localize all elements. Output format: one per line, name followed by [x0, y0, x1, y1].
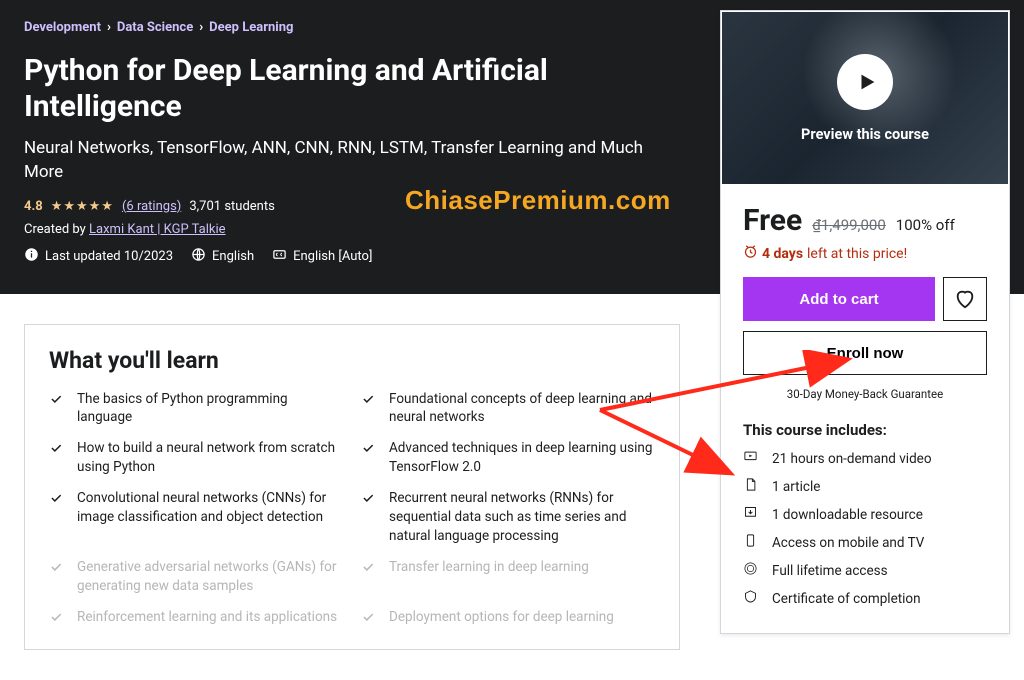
check-icon	[361, 610, 375, 624]
check-icon	[49, 610, 63, 624]
stars-icon: ★★★★★	[51, 199, 114, 214]
learn-item: Advanced techniques in deep learning usi…	[361, 439, 655, 477]
check-icon	[49, 491, 63, 505]
check-icon	[49, 560, 63, 574]
play-icon	[856, 71, 878, 93]
article-icon	[743, 477, 758, 496]
breadcrumb-link[interactable]: Data Science	[117, 20, 193, 35]
chevron-right-icon: ›	[199, 20, 203, 35]
includes-item: 1 article	[743, 477, 987, 496]
includes-item: Full lifetime access	[743, 561, 987, 580]
learn-item: Convolutional neural networks (CNNs) for…	[49, 489, 343, 546]
includes-item: Certificate of completion	[743, 589, 987, 608]
guarantee-text: 30-Day Money-Back Guarantee	[743, 387, 987, 401]
price-current: Free	[743, 203, 802, 238]
preview-video[interactable]: Preview this course	[721, 11, 1009, 185]
check-icon	[361, 560, 375, 574]
learn-item: Recurrent neural networks (RNNs) for seq…	[361, 489, 655, 546]
check-icon	[361, 392, 375, 406]
heart-icon	[954, 288, 976, 310]
play-button[interactable]	[837, 54, 893, 110]
wishlist-button[interactable]	[943, 277, 987, 321]
chevron-right-icon: ›	[107, 20, 111, 35]
what-youll-learn-box: What you'll learn The basics of Python p…	[24, 324, 680, 650]
breadcrumb-link[interactable]: Development	[24, 20, 101, 35]
check-icon	[49, 392, 63, 406]
mobile-icon	[743, 533, 758, 552]
learn-heading: What you'll learn	[49, 347, 655, 374]
captions: English [Auto]	[272, 247, 372, 266]
check-icon	[361, 491, 375, 505]
learn-item: Foundational concepts of deep learning a…	[361, 390, 655, 428]
preview-label: Preview this course	[801, 126, 929, 143]
infinity-icon	[743, 561, 758, 580]
students-count: 3,701 students	[189, 199, 275, 214]
price-box: Free ₫1,499,000 100% off 4 days left at …	[721, 185, 1009, 401]
alarm-icon	[743, 244, 758, 263]
check-icon	[361, 441, 375, 455]
created-by-label: Created by	[24, 222, 89, 237]
learn-item: Generative adversarial networks (GANs) f…	[49, 558, 343, 596]
learn-item: Reinforcement learning and its applicati…	[49, 608, 343, 627]
enroll-button[interactable]: Enroll now	[743, 331, 987, 375]
ratings-link[interactable]: (6 ratings)	[122, 199, 181, 214]
course-title: Python for Deep Learning and Artificial …	[24, 53, 624, 125]
learn-item: Deployment options for deep learning	[361, 608, 655, 627]
learn-item: Transfer learning in deep learning	[361, 558, 655, 596]
info-icon	[24, 247, 39, 266]
learn-item: How to build a neural network from scrat…	[49, 439, 343, 477]
check-icon	[49, 441, 63, 455]
includes-item: 1 downloadable resource	[743, 505, 987, 524]
video-icon	[743, 449, 758, 468]
author-link[interactable]: Laxmi Kant | KGP Talkie	[89, 222, 226, 237]
watermark-text: ChiasePremium.com	[405, 185, 671, 216]
download-icon	[743, 505, 758, 524]
course-includes: This course includes: 21 hours on-demand…	[721, 421, 1009, 633]
last-updated: Last updated 10/2023	[24, 247, 173, 266]
includes-item: 21 hours on-demand video	[743, 449, 987, 468]
add-to-cart-button[interactable]: Add to cart	[743, 277, 935, 321]
rating-value: 4.8	[24, 199, 43, 214]
course-subtitle: Neural Networks, TensorFlow, ANN, CNN, R…	[24, 137, 664, 185]
includes-item: Access on mobile and TV	[743, 533, 987, 552]
price-timer: 4 days left at this price!	[743, 244, 987, 263]
purchase-sidebar: Preview this course Free ₫1,499,000 100%…	[720, 10, 1010, 634]
globe-icon	[191, 247, 206, 266]
language: English	[191, 247, 254, 266]
trophy-icon	[743, 589, 758, 608]
includes-heading: This course includes:	[743, 421, 987, 439]
learn-item: The basics of Python programming languag…	[49, 390, 343, 428]
breadcrumb-link[interactable]: Deep Learning	[209, 20, 293, 35]
price-original: ₫1,499,000	[812, 216, 886, 234]
cc-icon	[272, 247, 287, 266]
price-discount: 100% off	[896, 216, 955, 234]
